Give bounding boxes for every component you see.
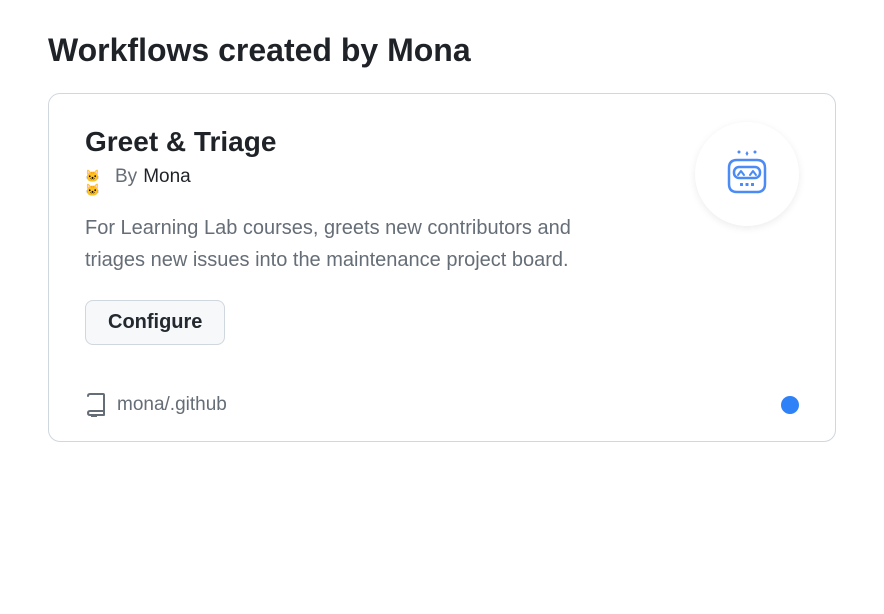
workflow-card: Greet & Triage 🐱🐱 By Mona For Learning L… xyxy=(48,93,836,442)
page-title: Workflows created by Mona xyxy=(48,32,836,69)
repo-icon xyxy=(85,393,107,417)
workflow-description: For Learning Lab courses, greets new con… xyxy=(85,212,625,276)
status-dot-icon xyxy=(781,396,799,414)
repo-info[interactable]: mona/.github xyxy=(85,393,227,417)
byline: 🐱🐱 By Mona xyxy=(85,166,695,188)
workflow-avatar xyxy=(695,122,799,226)
author-name[interactable]: Mona xyxy=(143,166,191,188)
configure-button[interactable]: Configure xyxy=(85,300,225,345)
hubot-icon xyxy=(719,150,775,198)
workflow-title: Greet & Triage xyxy=(85,126,695,158)
byline-prefix: By xyxy=(115,166,137,188)
author-avatar-icon: 🐱🐱 xyxy=(85,169,109,185)
repo-name: mona/.github xyxy=(117,394,227,416)
